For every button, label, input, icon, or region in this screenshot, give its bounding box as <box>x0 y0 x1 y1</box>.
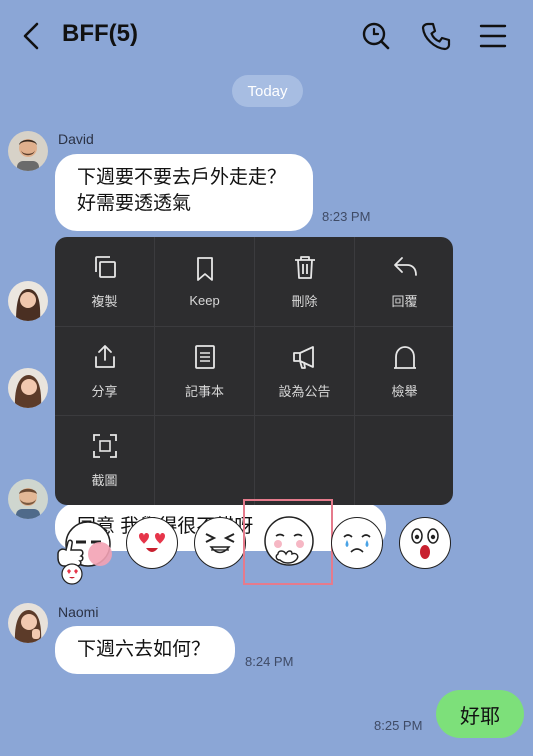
menu-item-reply[interactable]: 回覆 <box>355 237 453 326</box>
back-chevron-icon[interactable] <box>14 18 50 54</box>
phone-icon[interactable] <box>418 18 454 54</box>
menu-item-label: 設為公告 <box>278 384 331 399</box>
thumbs-up-sticker[interactable] <box>54 520 112 586</box>
menu-item-label: 記事本 <box>184 384 224 399</box>
date-divider: Today <box>232 75 303 107</box>
message-line: 好耶 <box>460 705 500 728</box>
menu-item-label: 檢舉 <box>391 384 418 399</box>
menu-item-keep[interactable]: Keep <box>155 237 254 326</box>
message-context-menu: 複製 Keep 刪除 回覆 分享 記事本 設為公告 檢舉 截圖 <box>55 237 453 505</box>
report-icon <box>393 346 416 369</box>
copy-icon <box>94 256 116 278</box>
message-time: 8:24 PM <box>245 654 294 669</box>
menu-item-share[interactable]: 分享 <box>55 327 154 416</box>
avatar[interactable] <box>8 281 48 321</box>
sender-name: Naomi <box>58 604 99 620</box>
search-icon[interactable] <box>358 18 394 54</box>
share-icon <box>94 345 115 368</box>
trash-icon <box>294 256 315 279</box>
note-icon <box>194 345 215 369</box>
avatar-david[interactable] <box>8 131 48 171</box>
menu-item-delete[interactable]: 刪除 <box>255 237 354 326</box>
menu-item-announce[interactable]: 設為公告 <box>255 327 354 416</box>
message-line: 好需要透透氣 <box>77 193 192 214</box>
heart-eyes-sticker[interactable] <box>126 517 178 569</box>
message-line: 下週六去如何？ <box>77 639 211 660</box>
avatar-naomi[interactable] <box>8 603 48 643</box>
menu-item-label: 刪除 <box>291 294 318 309</box>
message-bubble[interactable]: 下週要不要去戶外走走？ 好需要透透氣 <box>55 154 313 231</box>
laughing-sticker[interactable] <box>194 517 246 569</box>
menu-icon[interactable] <box>475 18 511 54</box>
screenshot-icon <box>92 434 117 458</box>
menu-item-label: 分享 <box>91 384 118 399</box>
menu-item-report[interactable]: 檢舉 <box>355 327 453 416</box>
sender-name: David <box>58 131 94 147</box>
message-time: 8:25 PM <box>374 718 423 733</box>
shy-sticker[interactable] <box>262 516 316 576</box>
menu-item-screenshot[interactable]: 截圖 <box>55 416 154 505</box>
bookmark-icon <box>196 257 213 281</box>
reply-icon <box>393 257 417 276</box>
menu-item-label: Keep <box>189 293 220 308</box>
surprised-sticker[interactable] <box>399 517 451 569</box>
menu-item-label: 複製 <box>91 294 118 309</box>
my-message-bubble[interactable]: 好耶 <box>436 690 524 738</box>
menu-item-note[interactable]: 記事本 <box>155 327 254 416</box>
menu-item-copy[interactable]: 複製 <box>55 237 154 326</box>
message-time: 8:23 PM <box>322 209 371 224</box>
crying-sticker[interactable] <box>331 517 383 569</box>
menu-item-label: 截圖 <box>91 473 118 488</box>
megaphone-icon <box>292 346 314 369</box>
menu-item-label: 回覆 <box>391 294 418 309</box>
message-bubble[interactable]: 下週六去如何？ <box>55 626 235 674</box>
chat-title: BFF(5) <box>62 20 138 47</box>
avatar[interactable] <box>8 479 48 519</box>
avatar[interactable] <box>8 368 48 408</box>
message-line: 下週要不要去戶外走走？ <box>77 167 287 188</box>
